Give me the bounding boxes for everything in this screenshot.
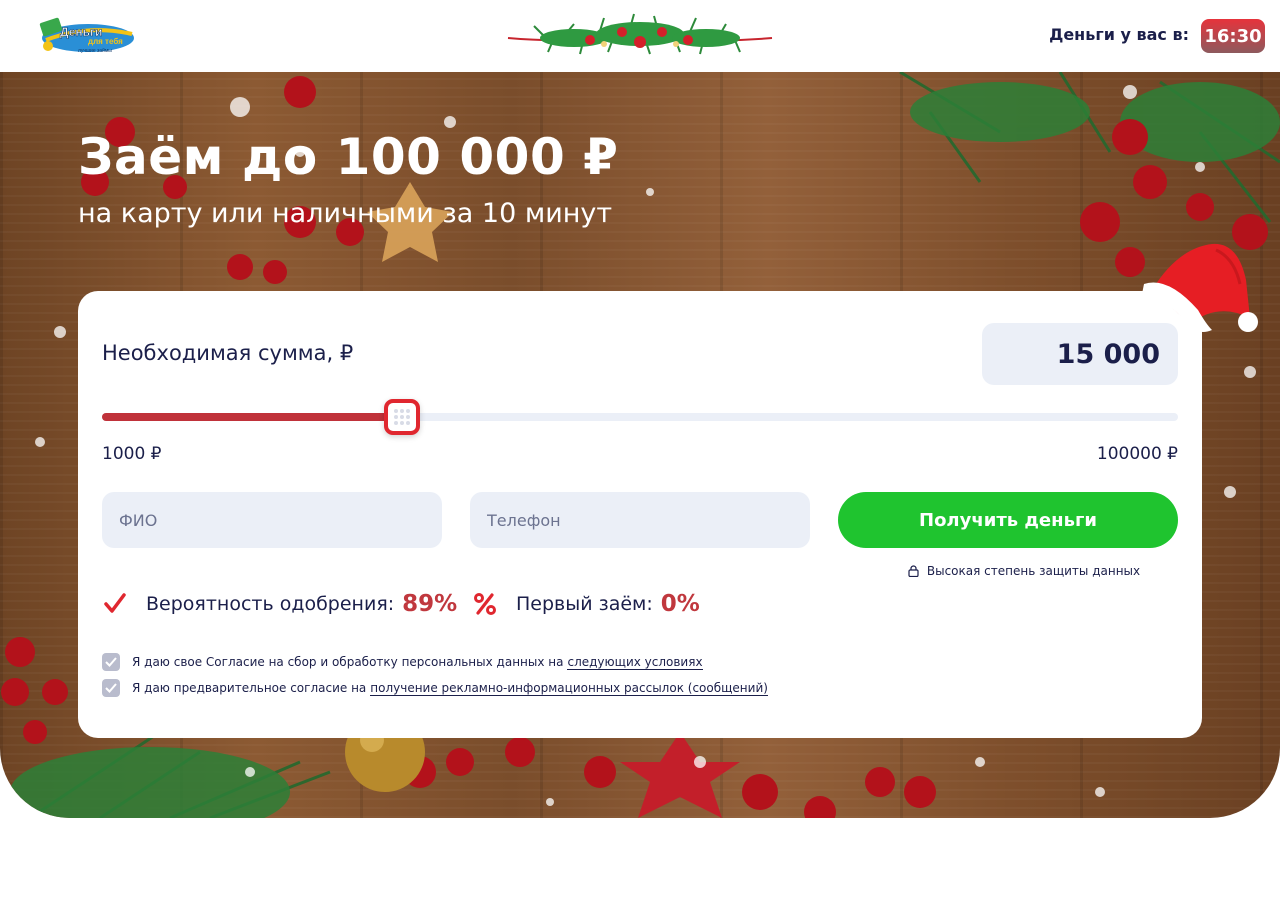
full-name-input[interactable] xyxy=(102,492,442,548)
consent-checkbox[interactable] xyxy=(102,653,120,671)
loan-form-card: Необходимая сумма, ₽ 1000 ₽ 100000 ₽ Пол… xyxy=(78,291,1202,738)
lock-icon xyxy=(908,565,919,577)
christmas-garland-icon xyxy=(507,13,773,55)
amount-slider-fill xyxy=(102,413,402,421)
check-icon xyxy=(105,657,117,667)
hero-title: Заём до 100 000 ₽ xyxy=(78,128,619,186)
approval-probability: Вероятность одобрения: 89% xyxy=(102,591,457,617)
percent-icon xyxy=(474,593,496,615)
consent-text: Я даю свое Согласие на сбор и обработку … xyxy=(132,655,564,669)
secure-data-note: Высокая степень защиты данных xyxy=(904,564,1144,578)
logo-tagline: лучшие займы xyxy=(78,47,112,54)
consent-marketing: Я даю предварительное согласие на получе… xyxy=(102,679,768,697)
hero-subtitle: на карту или наличными за 10 минут xyxy=(78,198,613,229)
first-loan-label: Первый заём: xyxy=(516,593,653,615)
approval-label: Вероятность одобрения: xyxy=(146,593,395,615)
grip-icon xyxy=(394,409,410,425)
santa-hat-icon xyxy=(1142,243,1258,332)
first-loan-rate: Первый заём: 0% xyxy=(472,591,700,617)
check-icon xyxy=(105,683,117,693)
consent-text: Я даю предварительное согласие на xyxy=(132,681,367,695)
checkmark-icon xyxy=(104,593,126,613)
site-header: Деньги для тебя лучшие займы Деньги у ва… xyxy=(0,0,1280,72)
slider-max-label: 100000 ₽ xyxy=(1096,444,1178,464)
consent-checkbox[interactable] xyxy=(102,679,120,697)
approval-value: 89% xyxy=(402,591,458,617)
amount-slider-track[interactable] xyxy=(102,399,1178,435)
delivery-time-badge: 16:30 xyxy=(1201,19,1265,53)
amount-label: Необходимая сумма, ₽ xyxy=(102,341,354,365)
first-loan-value: 0% xyxy=(660,591,700,617)
slider-min-label: 1000 ₽ xyxy=(102,444,162,464)
secure-data-text: Высокая степень защиты данных xyxy=(926,564,1141,578)
logo-subtitle: для тебя xyxy=(88,37,123,46)
get-money-button[interactable]: Получить деньги xyxy=(838,492,1178,548)
phone-input[interactable] xyxy=(470,492,810,548)
consent-marketing-link[interactable]: получение рекламно-информационных рассыл… xyxy=(370,681,768,696)
money-logo-icon[interactable]: Деньги для тебя лучшие займы xyxy=(38,14,136,56)
consent-personal-data: Я даю свое Согласие на сбор и обработку … xyxy=(102,653,703,671)
delivery-time-label: Деньги у вас в: xyxy=(1049,25,1189,44)
amount-slider-handle[interactable] xyxy=(384,399,420,435)
consent-terms-link[interactable]: следующих условиях xyxy=(567,655,703,670)
